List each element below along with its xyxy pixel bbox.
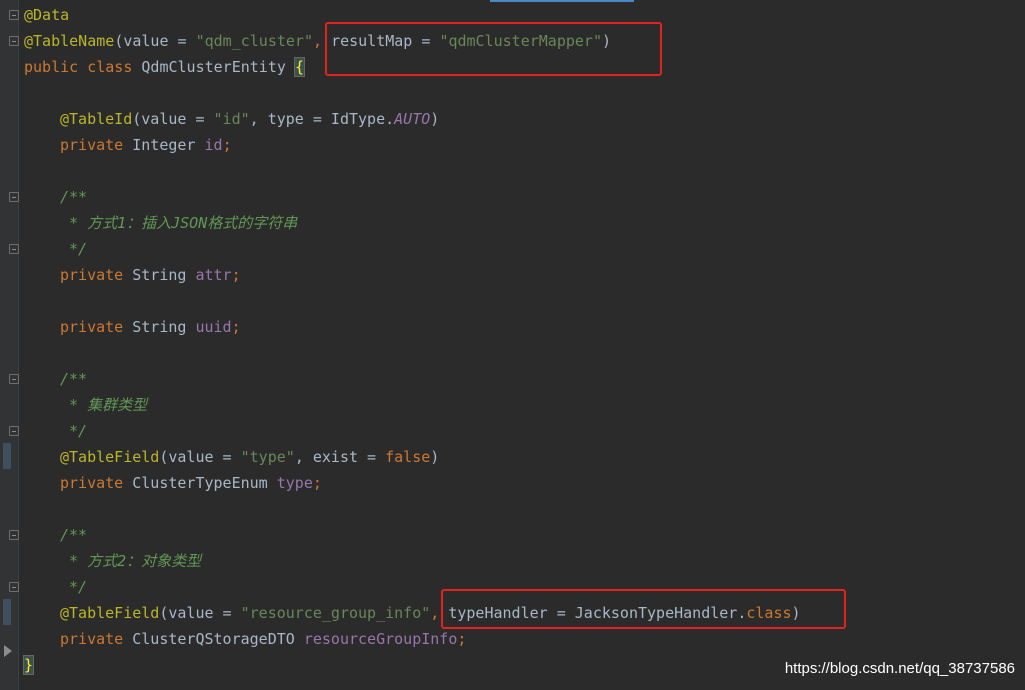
code-line-18[interactable]: @TableField(value = "type", exist = fals… [60, 444, 439, 470]
code-text: ) [430, 448, 440, 466]
string-literal: "qdm_cluster" [195, 32, 313, 50]
field-name: uuid [195, 318, 232, 336]
code-line-10[interactable]: */ [60, 236, 87, 262]
string-literal: "id" [213, 110, 250, 128]
fold-icon[interactable] [9, 582, 19, 592]
keyword: public class [24, 58, 142, 76]
code-line-1[interactable]: @Data [24, 2, 69, 28]
code-line-22[interactable]: * 方式2：对象类型 [60, 548, 201, 574]
string-literal: "type" [240, 448, 295, 466]
code-line-8[interactable]: /** [60, 184, 87, 210]
semicolon: ; [312, 474, 322, 492]
fold-icon[interactable] [9, 244, 19, 254]
keyword: private [60, 266, 133, 284]
keyword: private [60, 474, 133, 492]
brace-match: { [293, 57, 305, 77]
code-line-16[interactable]: * 集群类型 [60, 392, 147, 418]
code-line-13[interactable]: private String uuid; [60, 314, 241, 340]
fold-icon[interactable] [9, 10, 19, 20]
class-name: QdmClusterEntity [141, 58, 295, 76]
semicolon: ; [457, 630, 467, 648]
semicolon: ; [231, 266, 241, 284]
field-name: id [204, 136, 223, 154]
string-literal: "resource_group_info" [240, 604, 431, 622]
code-line-23[interactable]: */ [60, 574, 87, 600]
code-text: (value = [159, 604, 241, 622]
keyword: private [60, 318, 133, 336]
type-name: String [132, 318, 196, 336]
type-name: ClusterQStorageDTO [132, 630, 304, 648]
code-text: , type = IdType. [249, 110, 395, 128]
annotation-tableid: @TableId [60, 110, 133, 128]
code-line-25[interactable]: private ClusterQStorageDTO resourceGroup… [60, 626, 466, 652]
code-line-11[interactable]: private String attr; [60, 262, 241, 288]
keyword: private [60, 630, 133, 648]
highlight-box-typehandler [441, 589, 846, 629]
annotation-tablefield: @TableField [60, 604, 160, 622]
semicolon: ; [231, 318, 241, 336]
keyword: private [60, 136, 133, 154]
code-text: (value = [159, 448, 241, 466]
code-text: (value = [132, 110, 214, 128]
brace-match: } [22, 655, 35, 675]
fold-icon[interactable] [9, 530, 19, 540]
highlight-box-resultmap [325, 22, 662, 76]
code-text: , exist = [294, 448, 386, 466]
code-line-17[interactable]: */ [60, 418, 87, 444]
type-name: String [132, 266, 196, 284]
type-name: Integer [132, 136, 205, 154]
code-line-6[interactable]: private Integer id; [60, 132, 232, 158]
change-marker [3, 599, 11, 625]
field-name: resourceGroupInfo [303, 630, 458, 648]
field-name: type [276, 474, 313, 492]
fold-icon[interactable] [9, 374, 19, 384]
annotation-data: @Data [24, 6, 70, 24]
code-line-5[interactable]: @TableId(value = "id", type = IdType.AUT… [60, 106, 439, 132]
type-name: ClusterTypeEnum [132, 474, 277, 492]
code-line-26[interactable]: } [22, 652, 35, 678]
code-line-9[interactable]: * 方式1：插入JSON格式的字符串 [60, 210, 297, 236]
fold-icon[interactable] [9, 36, 19, 46]
enum-constant: AUTO [394, 110, 431, 128]
code-text: ) [430, 110, 440, 128]
field-name: attr [195, 266, 232, 284]
annotation-tablefield: @TableField [60, 448, 160, 466]
code-text: (value = [114, 32, 196, 50]
code-line-15[interactable]: /** [60, 366, 87, 392]
run-arrow-icon[interactable] [4, 645, 12, 657]
fold-icon[interactable] [9, 426, 19, 436]
change-marker [3, 443, 11, 469]
annotation-tablename: @TableName [24, 32, 115, 50]
semicolon: ; [222, 136, 232, 154]
code-line-3[interactable]: public class QdmClusterEntity { [24, 54, 305, 80]
watermark-text: https://blog.csdn.net/qq_38737586 [784, 660, 1015, 677]
code-line-21[interactable]: /** [60, 522, 87, 548]
code-line-19[interactable]: private ClusterTypeEnum type; [60, 470, 322, 496]
active-tab-indicator [490, 0, 634, 2]
keyword: false [385, 448, 431, 466]
fold-icon[interactable] [9, 192, 19, 202]
